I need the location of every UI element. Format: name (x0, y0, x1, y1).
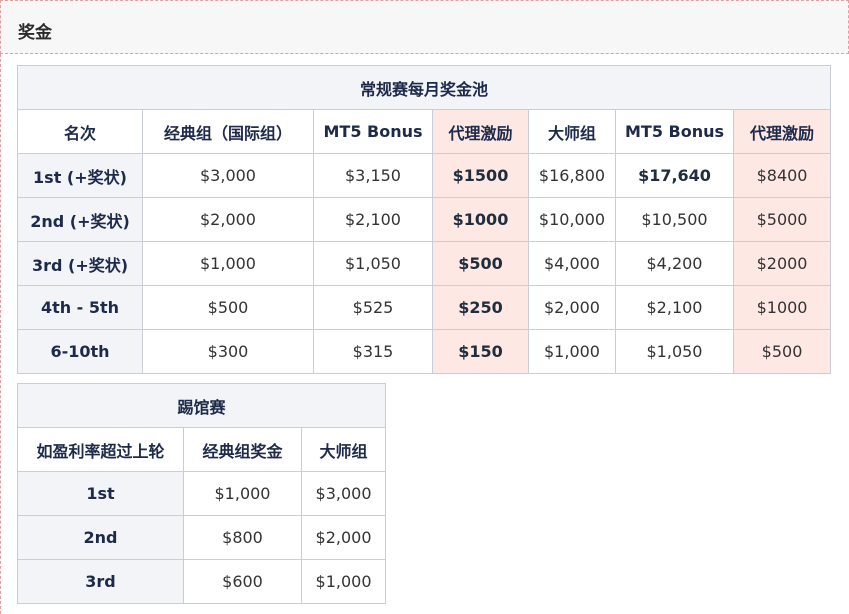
table-cell: $5000 (732, 197, 832, 242)
table-cell: $17,640 (615, 153, 734, 198)
table-cell: $600 (183, 559, 302, 604)
table-cell: $10,500 (615, 197, 734, 242)
table-cell: $4,000 (528, 241, 616, 286)
table-cell: $4,200 (615, 241, 734, 286)
column-header-agent-incentive: 代理激励 (732, 109, 832, 154)
table-cell: $525 (313, 285, 433, 330)
table-cell: $2,100 (615, 285, 734, 330)
column-header-master: 大师组 (300, 427, 387, 472)
table-cell: $1,050 (313, 241, 433, 286)
table-cell: $16,800 (528, 153, 616, 198)
rank-cell: 3rd (+奖状) (17, 241, 143, 286)
table-cell: $1,000 (183, 471, 302, 516)
rank-cell: 1st (+奖状) (17, 153, 143, 198)
table-cell: $1000 (432, 197, 529, 242)
table-caption: 常规赛每月奖金池 (16, 65, 832, 110)
table-cell: $8400 (732, 153, 832, 198)
column-header-agent-incentive: 代理激励 (432, 109, 529, 154)
table-cell: $2,000 (142, 197, 314, 242)
table-cell: $2,000 (528, 285, 616, 330)
table-caption-row: 踢馆赛 (16, 383, 387, 428)
table-row: 1st (+奖状) $3,000 $3,150 $1500 $16,800 $1… (17, 153, 832, 198)
table-cell: $1,000 (300, 559, 387, 604)
table-cell: $1,050 (615, 329, 734, 374)
table-cell: $2,000 (300, 515, 387, 560)
regular-prize-table: 常规赛每月奖金池 名次 经典组（国际组） MT5 Bonus 代理激励 大师组 … (16, 65, 832, 374)
table-cell: $1500 (432, 153, 529, 198)
table-cell: $500 (142, 285, 314, 330)
table-cell: $1,000 (142, 241, 314, 286)
column-header-classic: 经典组（国际组） (142, 109, 314, 154)
table-cell: $1000 (732, 285, 832, 330)
table-cell: $1,000 (528, 329, 616, 374)
table-row: 1st $1,000 $3,000 (17, 471, 387, 516)
table-header-row: 名次 经典组（国际组） MT5 Bonus 代理激励 大师组 MT5 Bonus… (17, 109, 832, 154)
table-cell: $150 (432, 329, 529, 374)
table-cell: $3,000 (142, 153, 314, 198)
table-row: 2nd $800 $2,000 (17, 515, 387, 560)
section-header: 奖金 (0, 0, 849, 54)
table-header-row: 如盈利率超过上轮 经典组奖金 大师组 (17, 427, 387, 472)
column-header-master: 大师组 (528, 109, 616, 154)
table-cell: $300 (142, 329, 314, 374)
rank-cell: 1st (17, 471, 184, 516)
column-header-rank: 名次 (17, 109, 143, 154)
rank-cell: 3rd (17, 559, 184, 604)
rank-cell: 2nd (+奖状) (17, 197, 143, 242)
table-cell: $500 (432, 241, 529, 286)
table-cell: $800 (183, 515, 302, 560)
rank-cell: 2nd (17, 515, 184, 560)
section-title: 奖金 (18, 23, 52, 43)
table-row: 6-10th $300 $315 $150 $1,000 $1,050 $500 (17, 329, 832, 374)
table-cell: $500 (732, 329, 832, 374)
table-cell: $2000 (732, 241, 832, 286)
rank-cell: 4th - 5th (17, 285, 143, 330)
table-cell: $3,000 (300, 471, 387, 516)
table-row: 3rd $600 $1,000 (17, 559, 387, 604)
table-row: 2nd (+奖状) $2,000 $2,100 $1000 $10,000 $1… (17, 197, 832, 242)
column-header-classic-prize: 经典组奖金 (183, 427, 302, 472)
column-header-condition: 如盈利率超过上轮 (17, 427, 184, 472)
column-header-mt5-bonus: MT5 Bonus (313, 109, 433, 154)
table-row: 3rd (+奖状) $1,000 $1,050 $500 $4,000 $4,2… (17, 241, 832, 286)
table-cell: $2,100 (313, 197, 433, 242)
table-caption-row: 常规赛每月奖金池 (16, 65, 832, 110)
table-cell: $3,150 (313, 153, 433, 198)
challenge-prize-table: 踢馆赛 如盈利率超过上轮 经典组奖金 大师组 1st $1,000 $3,000… (16, 383, 387, 604)
table-row: 4th - 5th $500 $525 $250 $2,000 $2,100 $… (17, 285, 832, 330)
table-cell: $250 (432, 285, 529, 330)
table-caption: 踢馆赛 (16, 383, 387, 428)
table-cell: $315 (313, 329, 433, 374)
column-header-mt5-bonus: MT5 Bonus (615, 109, 734, 154)
rank-cell: 6-10th (17, 329, 143, 374)
table-cell: $10,000 (528, 197, 616, 242)
